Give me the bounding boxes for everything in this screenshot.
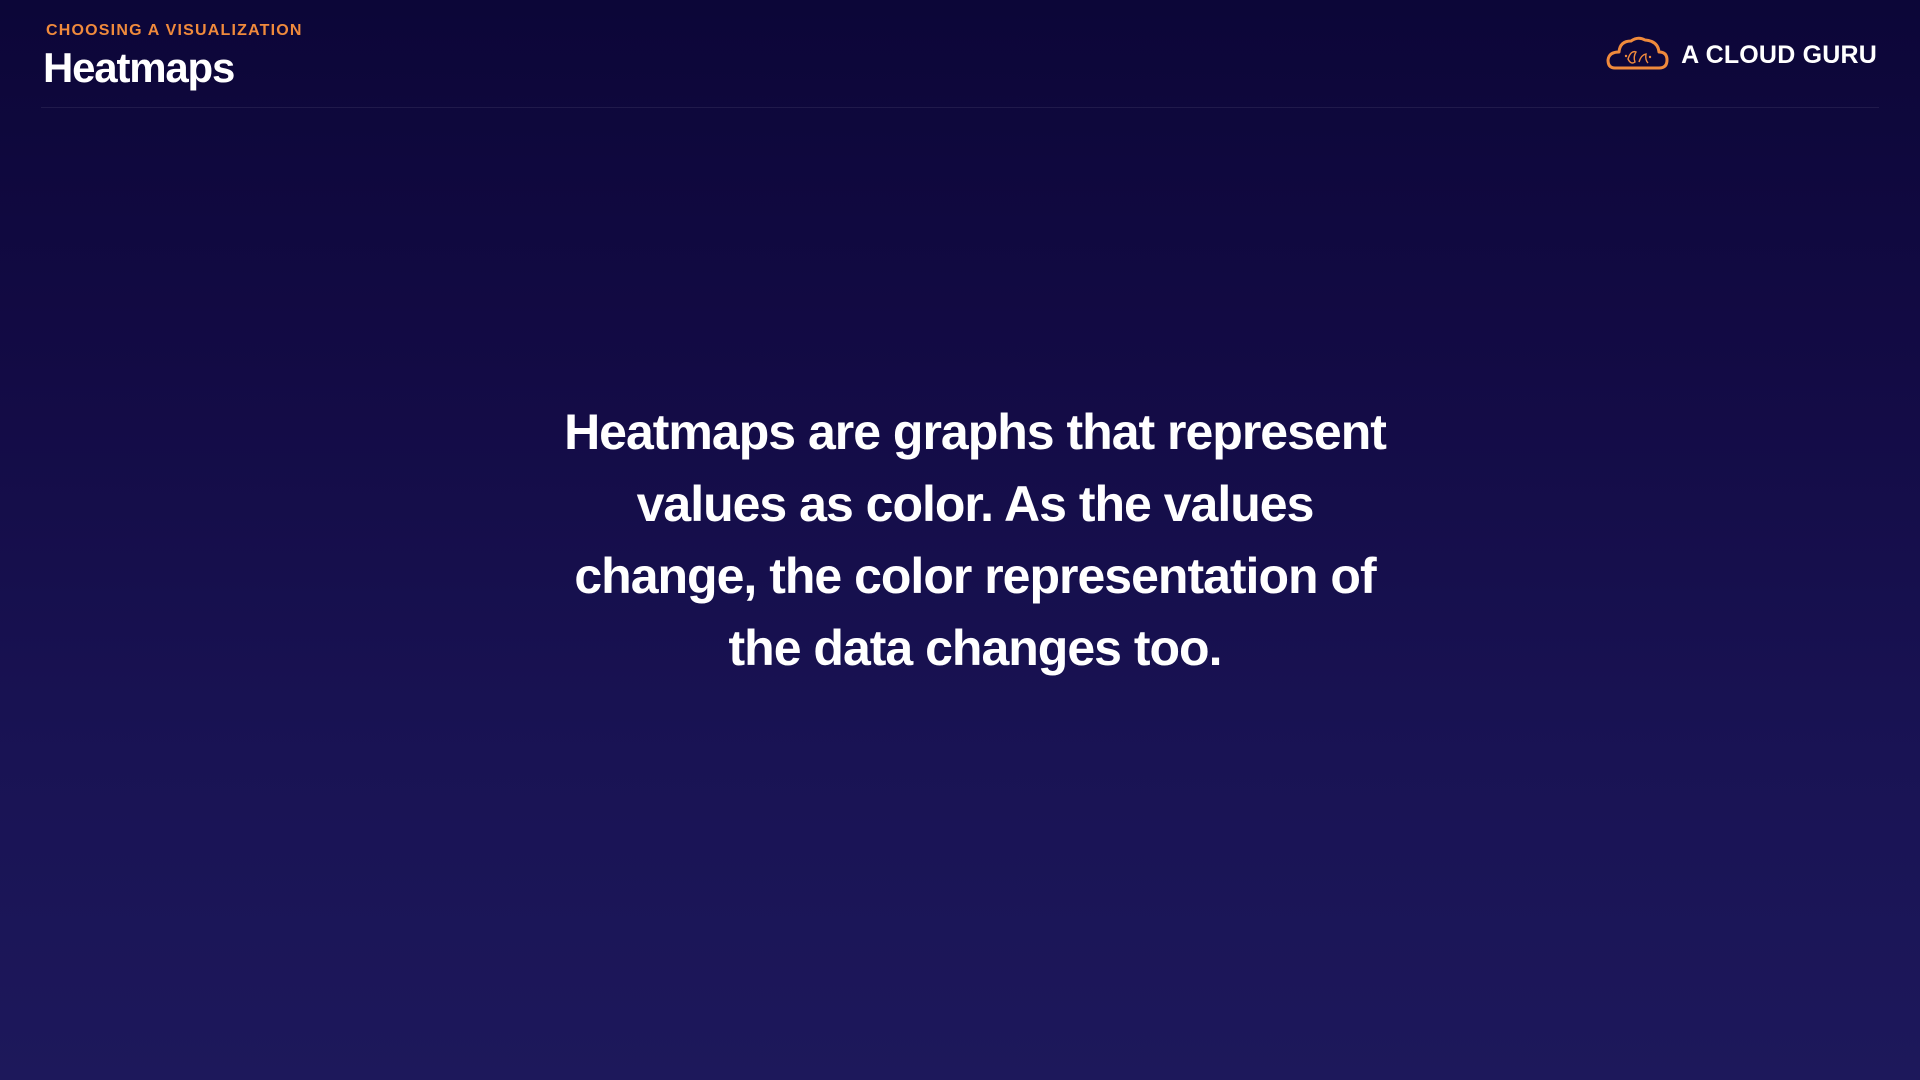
- header-divider: [41, 107, 1879, 108]
- cloud-logo-icon: [1606, 36, 1669, 70]
- slide-title: Heatmaps: [43, 44, 235, 91]
- section-eyebrow: CHOOSING A VISUALIZATION: [46, 22, 303, 39]
- body-line-3: change, the color representation of: [574, 548, 1376, 604]
- body-line-4: the data changes too.: [728, 620, 1223, 676]
- slide-body: Heatmaps are graphs that represent value…: [480, 396, 1470, 684]
- brand-logo: A CLOUD GURU: [1605, 34, 1877, 76]
- brand-name: A CLOUD GURU: [1681, 40, 1877, 69]
- slide-header: CHOOSING A VISUALIZATION Heatmaps A CLOU…: [0, 0, 1920, 108]
- body-line-2: values as color. As the values: [636, 476, 1315, 532]
- body-line-1: Heatmaps are graphs that represent: [564, 404, 1387, 460]
